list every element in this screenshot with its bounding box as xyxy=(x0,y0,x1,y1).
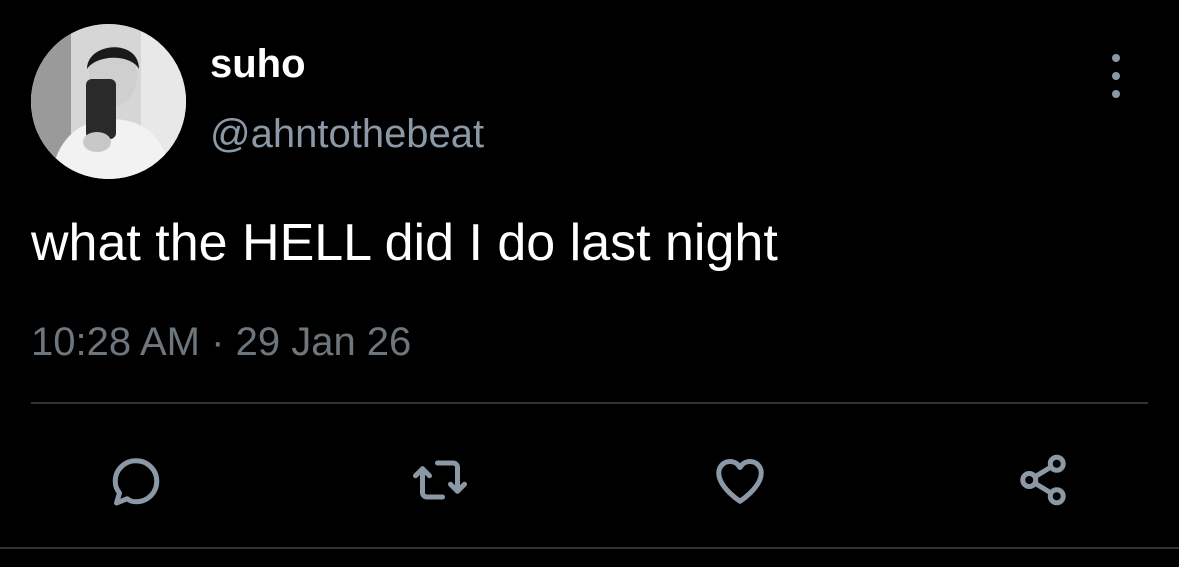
more-vertical-icon-dot xyxy=(1112,72,1120,80)
tweet-text: what the HELL did I do last night xyxy=(31,214,778,272)
tweet-actions-bar xyxy=(0,440,1179,520)
display-name[interactable]: suho xyxy=(210,40,306,88)
share-button[interactable] xyxy=(1003,440,1083,520)
more-vertical-icon-dot xyxy=(1112,90,1120,98)
bottom-divider xyxy=(0,547,1179,549)
share-icon xyxy=(1020,454,1066,506)
divider xyxy=(31,402,1148,404)
tweet-date: 29 Jan 26 xyxy=(235,320,412,364)
tweet-timestamp[interactable]: 10:28 AM · 29 Jan 26 xyxy=(31,318,411,366)
like-button[interactable] xyxy=(700,440,780,520)
reply-button[interactable] xyxy=(96,440,176,520)
meta-separator: · xyxy=(211,320,225,364)
reply-icon xyxy=(112,458,160,506)
more-vertical-icon xyxy=(1112,54,1120,62)
user-handle[interactable]: @ahntothebeat xyxy=(210,110,484,158)
tweet-time: 10:28 AM xyxy=(31,320,201,364)
heart-icon xyxy=(716,459,764,504)
more-options-button[interactable] xyxy=(1096,54,1136,98)
retweet-icon xyxy=(413,460,467,500)
retweet-button[interactable] xyxy=(400,440,480,520)
avatar-photo xyxy=(31,24,186,179)
avatar[interactable] xyxy=(31,24,186,179)
